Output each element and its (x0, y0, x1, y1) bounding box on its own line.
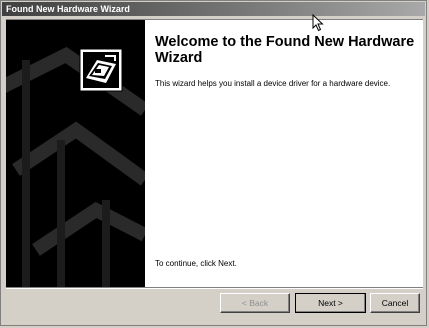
wizard-sidebar (6, 20, 145, 287)
wizard-content: Welcome to the Found New Hardware Wizard… (6, 19, 423, 287)
wizard-window: Found New Hardware Wizard Welcome to the… (0, 0, 427, 326)
mouse-pointer-icon (312, 14, 324, 32)
next-button[interactable]: Next > (295, 293, 366, 313)
footer-divider (6, 287, 423, 289)
sidebar-background-art (6, 46, 145, 287)
back-button[interactable]: < Back (220, 293, 290, 313)
cancel-button[interactable]: Cancel (370, 293, 420, 313)
hardware-wizard-icon (79, 48, 123, 92)
wizard-intro-text: This wizard helps you install a device d… (155, 79, 391, 88)
window-title[interactable]: Found New Hardware Wizard (2, 2, 425, 16)
continue-hint: To continue, click Next. (155, 259, 237, 268)
wizard-heading: Welcome to the Found New Hardware Wizard (155, 34, 415, 66)
